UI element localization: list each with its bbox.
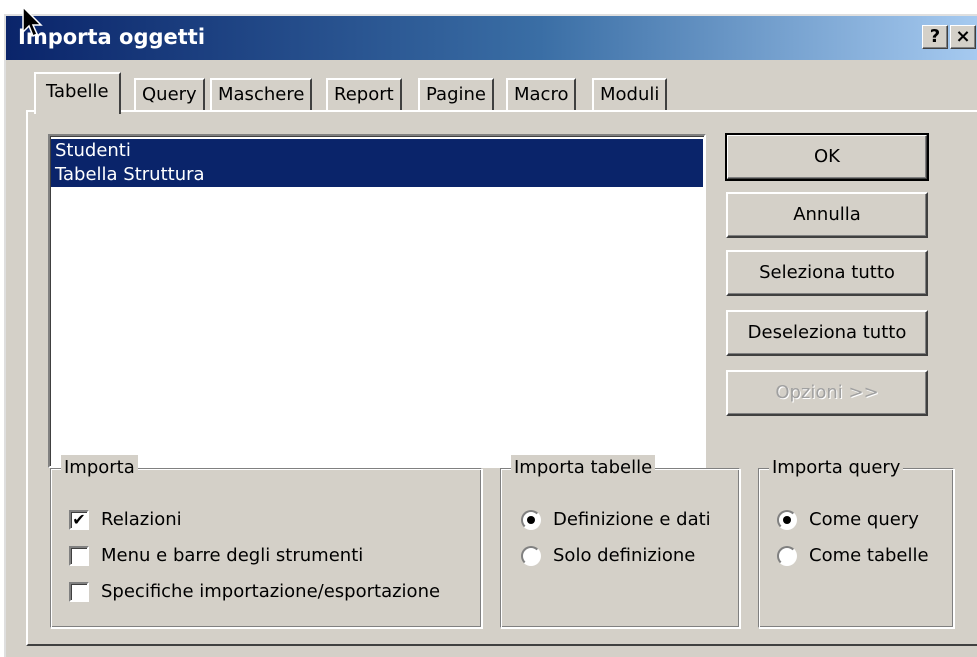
list-item-studenti[interactable]: Studenti <box>51 139 703 163</box>
as-query-label: Come query <box>809 509 919 530</box>
as-tables-radio[interactable] <box>777 546 797 566</box>
import-objects-dialog: Importa oggetti ? × Tabelle Query Masche… <box>4 14 977 657</box>
tab-macro[interactable]: Macro <box>506 78 577 112</box>
cancel-button[interactable]: Annulla <box>726 192 928 238</box>
import-query-legend: Importa query <box>769 455 904 481</box>
ok-button[interactable]: OK <box>725 133 929 181</box>
select-all-button[interactable]: Seleziona tutto <box>726 250 928 296</box>
tab-tabelle[interactable]: Tabelle <box>34 72 121 114</box>
menus-toolbars-label: Menu e barre degli strumenti <box>101 545 364 566</box>
definition-only-radio[interactable] <box>521 546 541 566</box>
relations-label: Relazioni <box>101 509 182 530</box>
tab-moduli[interactable]: Moduli <box>592 78 668 112</box>
menus-toolbars-checkbox[interactable] <box>69 546 89 566</box>
title-bar[interactable]: Importa oggetti ? × <box>6 16 977 60</box>
as-query-radio[interactable] <box>777 510 797 530</box>
relations-checkbox[interactable]: ✔ <box>69 510 89 530</box>
objects-listbox[interactable]: Studenti Tabella Struttura <box>48 134 706 468</box>
deselect-all-button[interactable]: Deseleziona tutto <box>726 310 928 356</box>
tab-query[interactable]: Query <box>134 78 205 112</box>
help-button[interactable]: ? <box>922 25 948 49</box>
import-export-specs-label: Specifiche importazione/esportazione <box>101 581 441 602</box>
tab-report[interactable]: Report <box>326 78 402 112</box>
as-tables-label: Come tabelle <box>809 545 929 566</box>
definition-and-data-label: Definizione e dati <box>553 509 711 530</box>
definition-only-label: Solo definizione <box>553 545 696 566</box>
window-title: Importa oggetti <box>18 25 206 49</box>
import-tables-legend: Importa tabelle <box>511 455 656 481</box>
import-query-groupbox: Importa query Come query Come tabelle <box>758 455 954 628</box>
close-button[interactable]: × <box>950 25 976 49</box>
tab-pagine[interactable]: Pagine <box>418 78 494 112</box>
list-item-tabella-struttura[interactable]: Tabella Struttura <box>51 163 703 187</box>
definition-and-data-radio[interactable] <box>521 510 541 530</box>
import-group-legend: Importa <box>61 455 138 481</box>
mouse-pointer-icon <box>22 6 43 38</box>
import-tables-groupbox: Importa tabelle Definizione e dati Solo … <box>500 455 740 628</box>
options-button[interactable]: Opzioni >> <box>726 370 928 416</box>
import-groupbox: Importa ✔ Relazioni Menu e barre degli s… <box>50 455 482 628</box>
tab-maschere[interactable]: Maschere <box>210 78 313 112</box>
import-export-specs-checkbox[interactable] <box>69 582 89 602</box>
